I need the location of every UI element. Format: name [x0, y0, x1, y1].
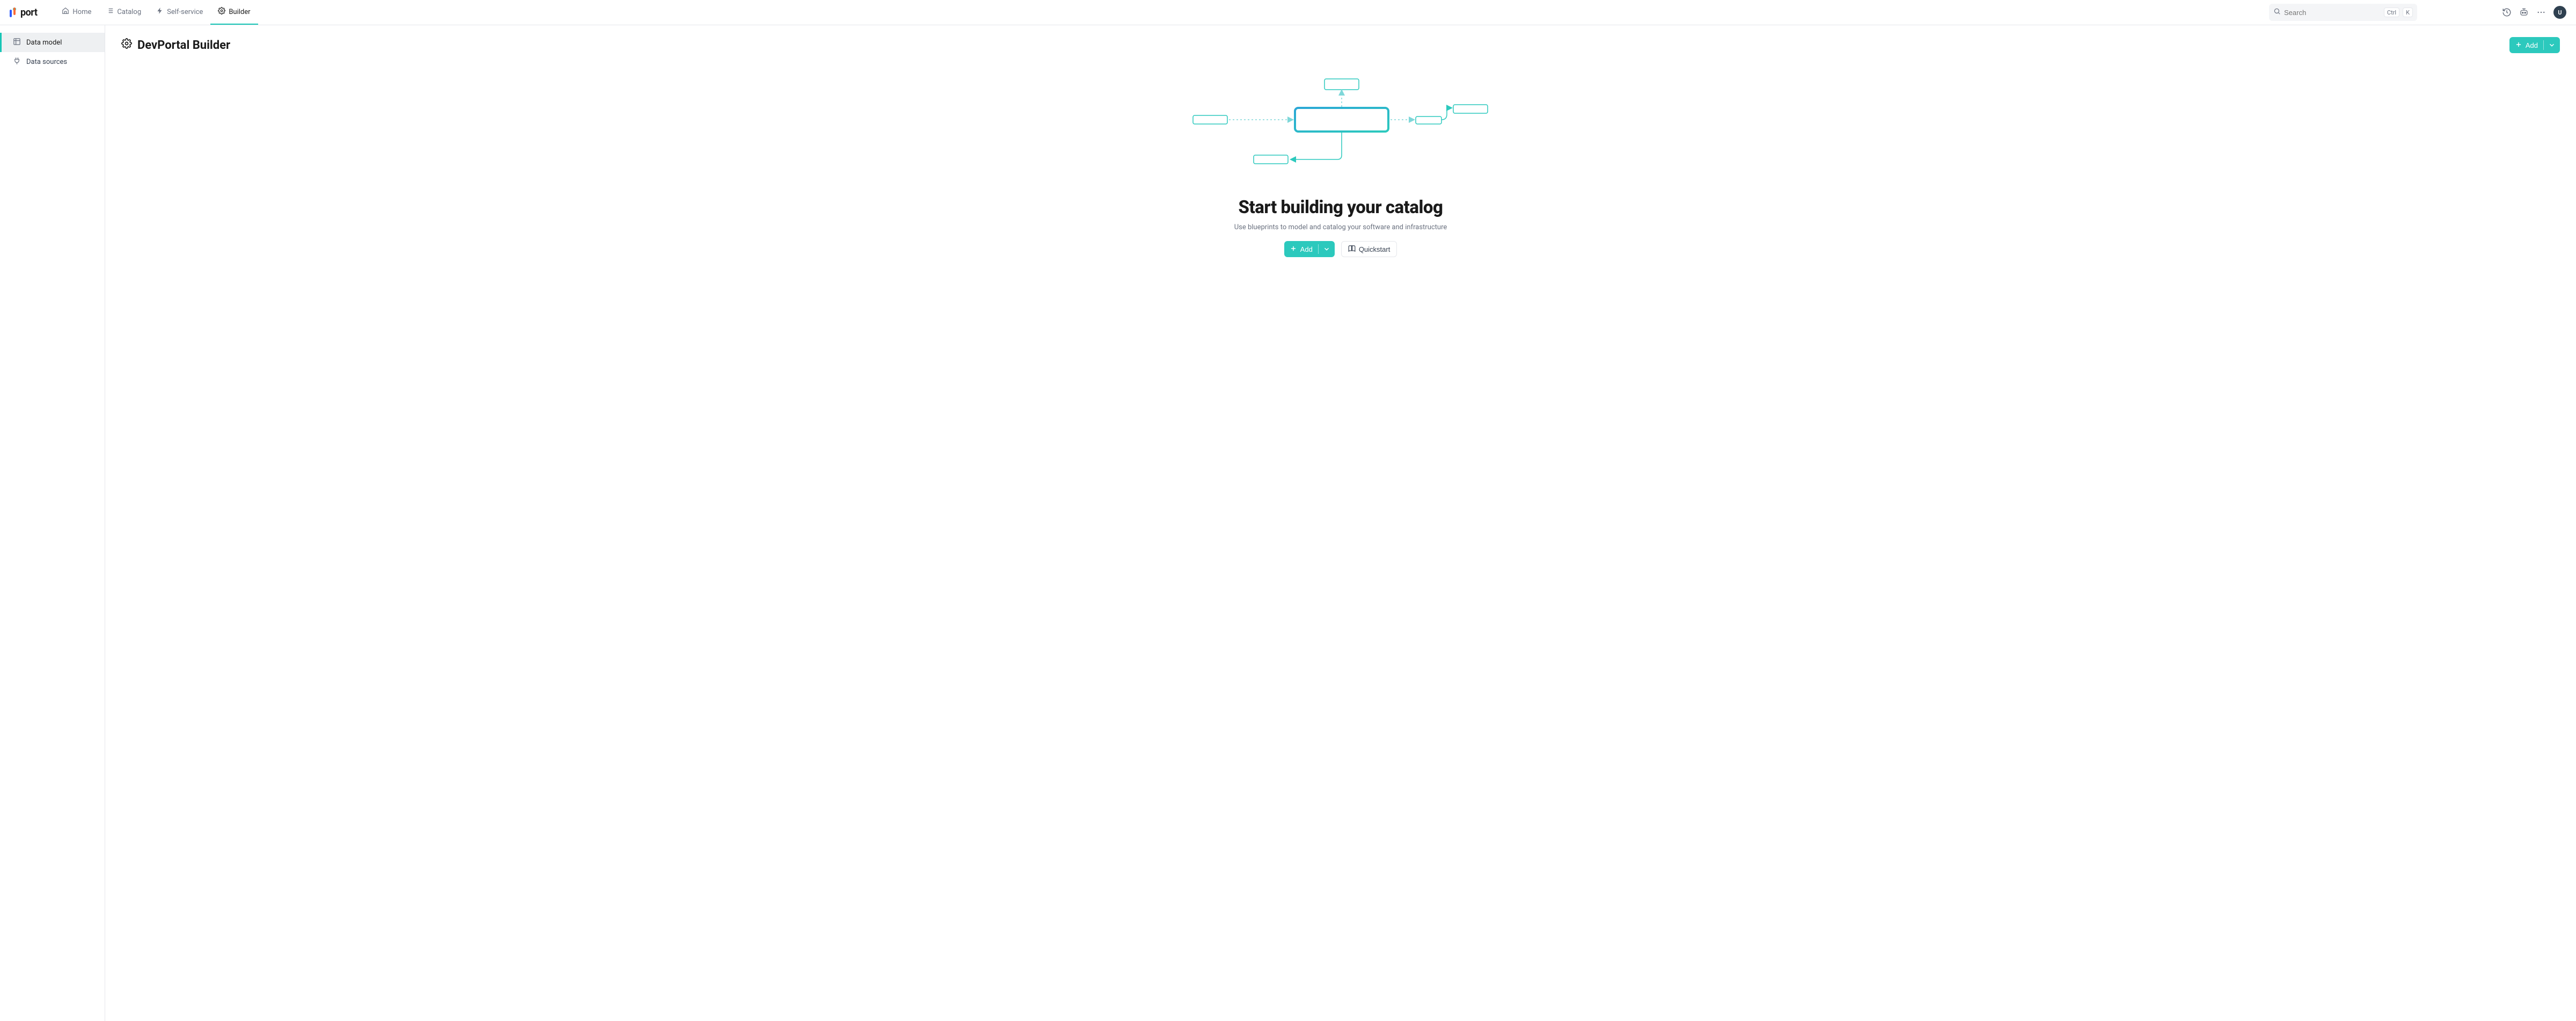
book-icon: [1348, 245, 1356, 254]
chevron-down-icon[interactable]: [2544, 41, 2560, 49]
quickstart-button[interactable]: Quickstart: [1341, 241, 1397, 257]
list-icon: [106, 7, 114, 17]
empty-subtext: Use blueprints to model and catalog your…: [1234, 223, 1447, 231]
quickstart-label: Quickstart: [1359, 245, 1391, 253]
topbar: port Home Catalog Self-service Builder: [0, 0, 2576, 25]
sidebar-item-data-sources[interactable]: Data sources: [0, 52, 105, 71]
primary-nav: Home Catalog Self-service Builder: [54, 0, 258, 25]
gear-icon: [218, 7, 225, 17]
brand-mark-icon: [10, 8, 18, 17]
search-icon: [2273, 8, 2281, 17]
sidebar-item-label: Data model: [26, 39, 62, 47]
empty-heading: Start building your catalog: [1239, 197, 1443, 218]
nav-builder-label: Builder: [229, 8, 250, 16]
nav-self-service-label: Self-service: [167, 8, 203, 16]
chevron-down-icon[interactable]: [1319, 245, 1335, 253]
page-title: DevPortal Builder: [121, 38, 230, 52]
nav-home-label: Home: [72, 8, 91, 16]
add-button-center[interactable]: Add: [1284, 241, 1335, 257]
brand-name: port: [20, 7, 37, 18]
add-button-label: Add: [2526, 41, 2538, 49]
global-search[interactable]: Ctrl K: [2269, 4, 2417, 21]
sidebar: Data model Data sources: [0, 25, 105, 1021]
main-content: DevPortal Builder Add: [105, 25, 2576, 1021]
bolt-icon: [156, 7, 164, 17]
page-title-text: DevPortal Builder: [137, 39, 230, 52]
add-button-top[interactable]: Add: [2509, 37, 2560, 53]
layout-icon: [13, 38, 21, 48]
sidebar-item-label: Data sources: [26, 58, 67, 66]
page-header: DevPortal Builder Add: [121, 37, 2560, 53]
add-button-label: Add: [1300, 245, 1313, 253]
nav-home[interactable]: Home: [54, 0, 99, 25]
nav-builder[interactable]: Builder: [210, 0, 258, 25]
gear-icon: [121, 38, 132, 52]
home-icon: [62, 7, 69, 17]
kbd-ctrl: Ctrl: [2384, 8, 2399, 17]
avatar[interactable]: U: [2553, 6, 2566, 19]
sidebar-item-data-model[interactable]: Data model: [0, 33, 105, 52]
nav-catalog-label: Catalog: [117, 8, 141, 16]
empty-state: Start building your catalog Use blueprin…: [121, 75, 2560, 257]
plus-icon: [2515, 41, 2522, 50]
search-input[interactable]: [2284, 9, 2381, 17]
nav-catalog[interactable]: Catalog: [99, 0, 149, 25]
brand-logo[interactable]: port: [10, 7, 37, 18]
more-icon[interactable]: [2536, 8, 2546, 17]
copilot-icon[interactable]: [2519, 8, 2529, 17]
catalog-diagram-icon: [1190, 75, 1491, 182]
plus-icon: [1290, 245, 1297, 254]
plug-icon: [13, 57, 21, 67]
history-icon[interactable]: [2502, 8, 2512, 17]
nav-self-service[interactable]: Self-service: [149, 0, 210, 25]
kbd-k: K: [2403, 8, 2413, 17]
topbar-actions: U: [2502, 6, 2566, 19]
